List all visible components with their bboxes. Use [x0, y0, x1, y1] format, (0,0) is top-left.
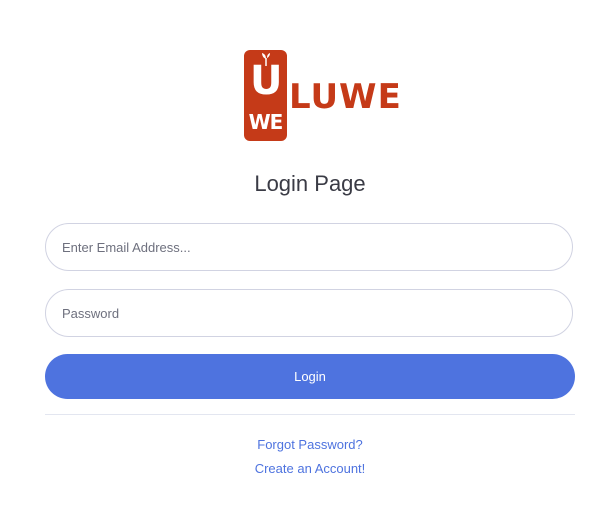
password-field[interactable]	[45, 289, 573, 337]
create-account-link[interactable]: Create an Account!	[0, 460, 611, 478]
divider	[45, 414, 575, 415]
brand-logo: U WE LUWE	[244, 50, 401, 142]
login-button[interactable]: Login	[45, 354, 575, 399]
page-title: Login Page	[254, 171, 366, 196]
logo-wordmark: LUWE	[289, 77, 402, 117]
logo-badge-subtext: WE	[248, 110, 284, 134]
logo-badge-letter: U	[250, 58, 282, 104]
logo-badge: U WE	[244, 50, 287, 141]
forgot-password-link[interactable]: Forgot Password?	[0, 436, 611, 454]
email-field[interactable]	[45, 223, 573, 271]
